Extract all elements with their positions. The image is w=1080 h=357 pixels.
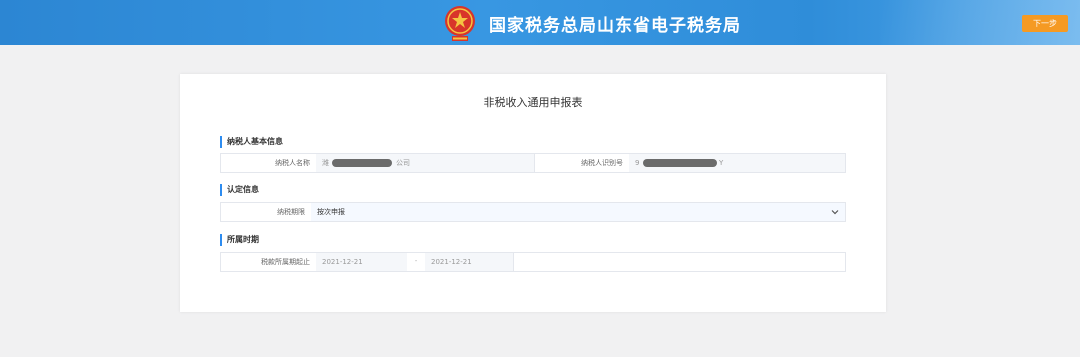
- redacted-mask: [332, 159, 392, 167]
- declaration-form-card: 非税收入通用申报表 纳税人基本信息 纳税人名称 潍 公司 纳税人识别号 9 Y …: [180, 74, 886, 312]
- taxpayer-id-label: 纳税人识别号: [581, 159, 623, 167]
- tax-period-value: 按次申报: [317, 208, 345, 216]
- start-date-input[interactable]: 2021-12-21: [316, 253, 407, 271]
- form-title: 非税收入通用申报表: [483, 96, 583, 109]
- chevron-down-icon[interactable]: [831, 208, 839, 216]
- next-step-button[interactable]: 下一步: [1022, 15, 1068, 32]
- date-range-separator: -: [414, 258, 418, 265]
- certification-row: 纳税期限 按次申报: [220, 202, 846, 222]
- divider: [513, 253, 514, 271]
- tax-period-range-label: 税款所属期起止: [261, 258, 310, 266]
- taxpayer-id-field[interactable]: 9 Y: [629, 154, 845, 172]
- site-title: 国家税务总局山东省电子税务局: [489, 16, 741, 36]
- taxpayer-name-label: 纳税人名称: [275, 159, 310, 167]
- taxpayer-name-suffix: 公司: [396, 159, 410, 167]
- taxpayer-name-field[interactable]: 潍 公司: [316, 154, 534, 172]
- tax-period-label: 纳税期限: [277, 208, 305, 216]
- tax-period-select[interactable]: 按次申报: [311, 203, 845, 221]
- period-row: 税款所属期起止 2021-12-21 - 2021-12-21: [220, 252, 846, 272]
- section-title-period: 所属时期: [220, 234, 259, 246]
- redacted-mask: [643, 159, 717, 167]
- taxpayer-name-prefix: 潍: [322, 159, 329, 167]
- taxpayer-info-row: 纳税人名称 潍 公司 纳税人识别号 9 Y: [220, 153, 846, 173]
- section-title-taxpayer-info: 纳税人基本信息: [220, 136, 283, 148]
- end-date-input[interactable]: 2021-12-21: [425, 253, 513, 271]
- taxpayer-id-suffix: Y: [719, 159, 724, 167]
- tax-emblem-icon: [445, 6, 475, 41]
- taxpayer-id-prefix: 9: [635, 159, 640, 167]
- section-title-certification: 认定信息: [220, 184, 259, 196]
- top-bar: 国家税务总局山东省电子税务局 下一步: [0, 0, 1080, 45]
